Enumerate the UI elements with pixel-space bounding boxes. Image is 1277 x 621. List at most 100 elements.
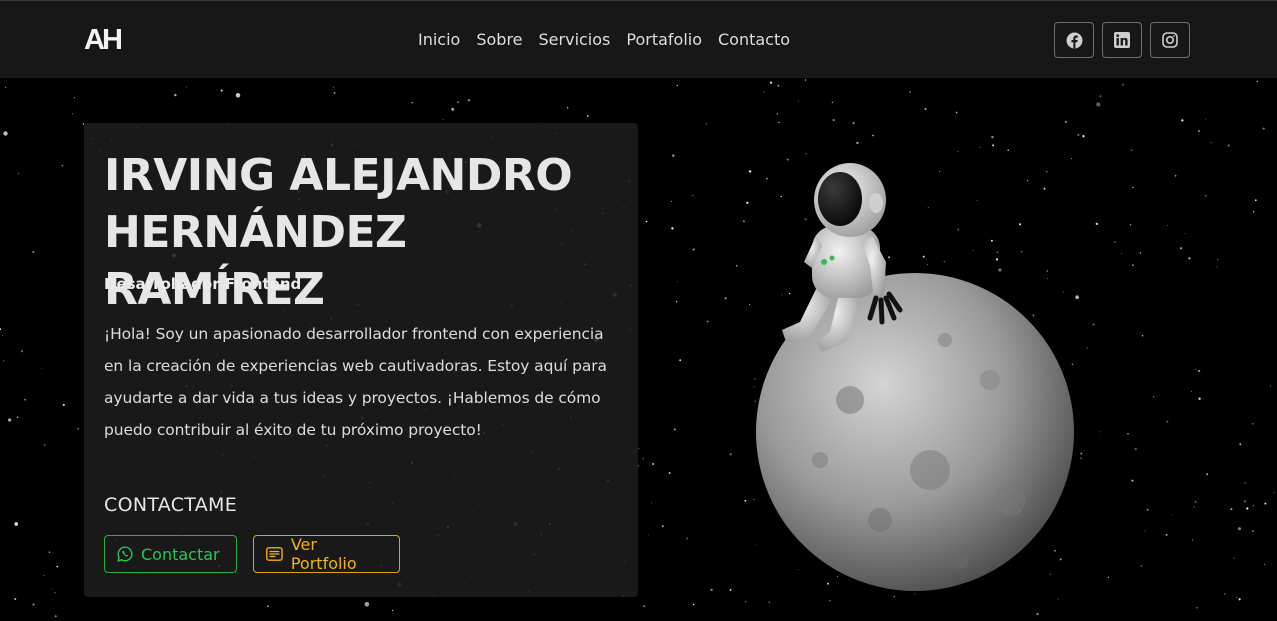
star [54,615,57,618]
star [748,303,751,306]
star [1254,199,1257,202]
star [826,582,829,585]
star [24,398,26,401]
star [753,498,755,501]
star [333,91,336,94]
star [972,249,974,251]
star [724,297,727,300]
star [1230,508,1233,511]
star [1121,253,1123,255]
star [1146,508,1149,511]
star [1174,175,1177,177]
star [797,569,799,571]
star [32,250,35,253]
star [1043,187,1046,190]
star [1140,565,1143,567]
star [16,416,19,419]
star [1046,270,1049,272]
star [766,177,768,180]
star [14,522,19,526]
star [768,601,771,604]
star [456,101,460,104]
portfolio-button[interactable]: Ver Portfolio [253,535,400,573]
star [1080,457,1082,460]
star [1019,223,1022,226]
star [1095,222,1098,226]
nav-link-inicio[interactable]: Inicio [410,29,468,51]
social-links [1054,22,1190,58]
star [939,171,941,172]
linkedin-button[interactable] [1102,22,1142,58]
nav-link-contacto[interactable]: Contacto [710,29,798,51]
star [872,134,874,137]
portfolio-button-label: Ver Portfolio [290,535,357,573]
star [748,170,752,173]
nav-link-sobre[interactable]: Sobre [468,29,530,51]
contact-title: CONTACTAME [104,494,238,516]
star [1216,266,1218,268]
star [1007,149,1009,151]
star [922,255,925,258]
star [4,86,7,89]
star [1134,447,1137,451]
star [832,119,835,122]
star [692,603,695,606]
star [668,472,671,474]
star [392,609,394,612]
star [1071,363,1074,366]
star [1197,369,1201,373]
star [7,418,12,422]
nav-links: Inicio Sobre Servicios Portafolio Contac… [410,29,798,51]
star [804,79,807,81]
star [1165,533,1168,536]
star [235,93,241,98]
star [957,150,959,153]
star [1264,563,1266,565]
star [763,91,765,93]
star [1181,119,1184,122]
facebook-button[interactable] [1054,22,1094,58]
star [1217,259,1219,261]
star [943,260,945,262]
star [1239,443,1242,446]
star [829,600,831,602]
star [769,81,773,84]
star [1236,597,1238,599]
instagram-button[interactable] [1150,22,1190,58]
star [909,91,911,93]
star [1139,252,1142,254]
star [32,603,35,606]
contact-button[interactable]: Contactar [104,535,237,573]
star [1188,257,1191,260]
star [914,593,916,595]
star [1238,527,1241,531]
star [979,146,981,148]
logo[interactable]: AH [84,25,123,55]
star [61,164,64,167]
star [1171,514,1172,516]
star [1129,223,1132,226]
star [1131,479,1134,482]
star [1057,598,1059,600]
star [686,537,689,540]
star [1193,506,1195,508]
star [648,534,650,536]
star [780,195,782,198]
facebook-icon [1066,32,1082,48]
star [671,227,674,230]
star [836,576,838,578]
star [778,121,780,124]
star [1152,396,1155,398]
star [3,360,5,362]
whatsapp-icon [117,546,133,562]
star [852,122,855,125]
star [746,201,749,204]
star [1086,347,1088,349]
star [1080,452,1083,455]
nav-link-servicios[interactable]: Servicios [531,29,619,51]
nav-link-portafolio[interactable]: Portafolio [618,29,710,51]
star [1032,314,1035,317]
star [1252,505,1255,507]
star [781,294,783,296]
star [14,598,17,600]
